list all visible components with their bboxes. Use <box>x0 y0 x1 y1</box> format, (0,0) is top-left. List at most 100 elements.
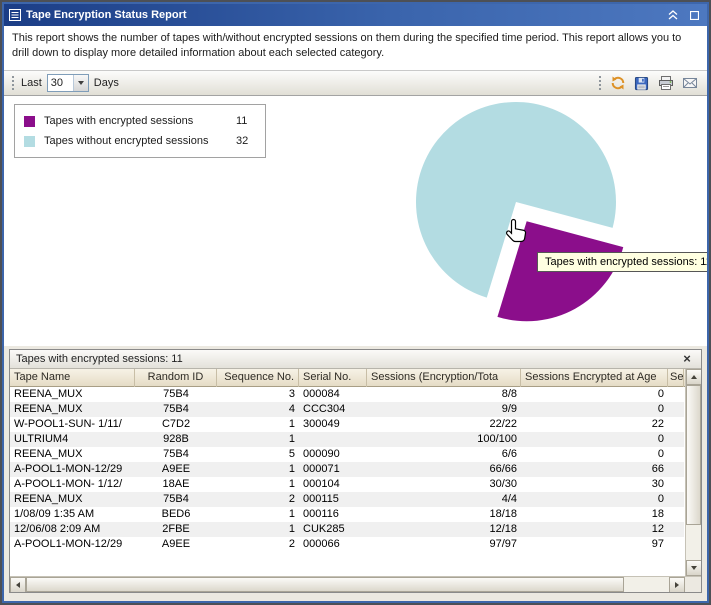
table-cell: REENA_MUX <box>10 387 135 402</box>
table-row[interactable]: REENA_MUX75B450000906/60 <box>10 447 684 462</box>
legend-label: Tapes with encrypted sessions <box>44 115 236 127</box>
table-row[interactable]: A-POOL1-MON-12/29A9EE100007166/6666 <box>10 462 684 477</box>
scroll-left-icon[interactable] <box>10 577 26 593</box>
table-cell: 30/30 <box>367 477 521 492</box>
legend-label: Tapes without encrypted sessions <box>44 135 236 147</box>
table-cell: 2 <box>217 492 299 507</box>
vertical-scroll-track[interactable] <box>686 385 701 560</box>
vertical-scroll-thumb[interactable] <box>686 385 701 525</box>
table-row[interactable]: W-POOL1-SUN- 1/11/C7D2130004922/2222 <box>10 417 684 432</box>
column-header[interactable]: Sequence No. <box>217 369 299 387</box>
table-row[interactable]: 12/06/08 2:09 AM2FBE1CUK28512/1812 <box>10 522 684 537</box>
collapse-icon[interactable] <box>665 8 681 23</box>
table-cell: 18 <box>521 507 668 522</box>
table-row[interactable]: REENA_MUX75B420001154/40 <box>10 492 684 507</box>
table-row[interactable]: A-POOL1-MON-12/29A9EE200006697/9797 <box>10 537 684 552</box>
print-icon[interactable] <box>656 74 675 93</box>
report-description: This report shows the number of tapes wi… <box>4 26 707 70</box>
table-row[interactable]: REENA_MUX75B430000848/80 <box>10 387 684 402</box>
toolbar-grip <box>12 76 14 90</box>
table-row[interactable]: REENA_MUX75B44CCC3049/90 <box>10 402 684 417</box>
table-cell: 000071 <box>299 462 367 477</box>
table-cell <box>668 447 684 462</box>
scroll-right-icon[interactable] <box>669 577 685 593</box>
table-cell: CCC304 <box>299 402 367 417</box>
column-header[interactable]: Random ID <box>135 369 217 387</box>
table-row[interactable]: 1/08/09 1:35 AMBED6100011618/1818 <box>10 507 684 522</box>
table-cell: 1 <box>217 462 299 477</box>
table-cell <box>668 537 684 552</box>
table-cell: 1 <box>217 477 299 492</box>
table-cell <box>668 387 684 402</box>
table-cell: W-POOL1-SUN- 1/11/ <box>10 417 135 432</box>
table-cell: A-POOL1-MON-12/29 <box>10 462 135 477</box>
column-header[interactable]: Sessions (Encryption/Tota <box>367 369 521 387</box>
table-cell: 18/18 <box>367 507 521 522</box>
table-cell <box>299 432 367 447</box>
table-row[interactable]: ULTRIUM4928B1100/1000 <box>10 432 684 447</box>
table-cell: 1 <box>217 507 299 522</box>
table-cell: 97/97 <box>367 537 521 552</box>
close-icon[interactable]: × <box>679 351 695 367</box>
table-cell: 1 <box>217 417 299 432</box>
period-dropdown[interactable]: 30 <box>47 74 89 92</box>
horizontal-scroll-track[interactable] <box>26 577 669 592</box>
scroll-down-icon[interactable] <box>686 560 701 576</box>
detail-panel-title: Tapes with encrypted sessions: 11 <box>16 353 679 365</box>
horizontal-scrollbar[interactable] <box>10 576 701 592</box>
table-cell: 000090 <box>299 447 367 462</box>
table-cell <box>668 492 684 507</box>
table-cell <box>668 477 684 492</box>
table-cell: 12/18 <box>367 522 521 537</box>
table-cell: 2FBE <box>135 522 217 537</box>
column-header[interactable]: Tape Name <box>10 369 135 387</box>
table-cell: 928B <box>135 432 217 447</box>
table-cell: 18AE <box>135 477 217 492</box>
table-cell: REENA_MUX <box>10 447 135 462</box>
detail-panel: Tapes with encrypted sessions: 11 × Tape… <box>9 349 702 593</box>
column-header[interactable]: Sessions Encrypted at Age <box>521 369 668 387</box>
column-header[interactable]: Serial No. <box>299 369 367 387</box>
report-icon <box>9 9 21 21</box>
detail-panel-wrap: Tapes with encrypted sessions: 11 × Tape… <box>4 346 707 601</box>
table-header-row: Tape NameRandom IDSequence No.Serial No.… <box>10 369 685 387</box>
table-cell: 66 <box>521 462 668 477</box>
save-icon[interactable] <box>632 74 651 93</box>
chart-legend: Tapes with encrypted sessions 11 Tapes w… <box>14 104 266 158</box>
legend-item-encrypted[interactable]: Tapes with encrypted sessions 11 <box>24 111 256 131</box>
table-cell: 97 <box>521 537 668 552</box>
period-dropdown-value: 30 <box>48 75 73 91</box>
toolbar-icons-grip <box>599 76 601 90</box>
table-cell: 2 <box>217 537 299 552</box>
scroll-up-icon[interactable] <box>686 369 701 385</box>
table-cell: 1/08/09 1:35 AM <box>10 507 135 522</box>
table-cell: 4/4 <box>367 492 521 507</box>
table-cell: A9EE <box>135 537 217 552</box>
email-icon[interactable] <box>680 74 699 93</box>
column-header[interactable]: Sess <box>668 369 684 387</box>
table-cell: 000066 <box>299 537 367 552</box>
table-cell: 75B4 <box>135 492 217 507</box>
dropdown-arrow-icon[interactable] <box>73 75 88 91</box>
table-cell: 75B4 <box>135 447 217 462</box>
table-cell: 000104 <box>299 477 367 492</box>
pie-tooltip: Tapes with encrypted sessions: 11 <box>537 252 707 272</box>
table-cell: 8/8 <box>367 387 521 402</box>
table-cell: REENA_MUX <box>10 492 135 507</box>
table-cell <box>668 462 684 477</box>
horizontal-scroll-thumb[interactable] <box>26 577 624 592</box>
period-suffix-label: Days <box>94 77 119 89</box>
table-cell: CUK285 <box>299 522 367 537</box>
table-cell: 000115 <box>299 492 367 507</box>
table-cell: 75B4 <box>135 402 217 417</box>
table-cell <box>668 507 684 522</box>
legend-item-without-encrypted[interactable]: Tapes without encrypted sessions 32 <box>24 131 256 151</box>
legend-value: 11 <box>236 115 256 127</box>
table-cell: C7D2 <box>135 417 217 432</box>
maximize-icon[interactable] <box>686 8 702 23</box>
vertical-scrollbar[interactable] <box>685 369 701 576</box>
table-cell: REENA_MUX <box>10 402 135 417</box>
refresh-icon[interactable] <box>608 74 627 93</box>
table-row[interactable]: A-POOL1-MON- 1/12/18AE100010430/3030 <box>10 477 684 492</box>
table-cell: 0 <box>521 447 668 462</box>
